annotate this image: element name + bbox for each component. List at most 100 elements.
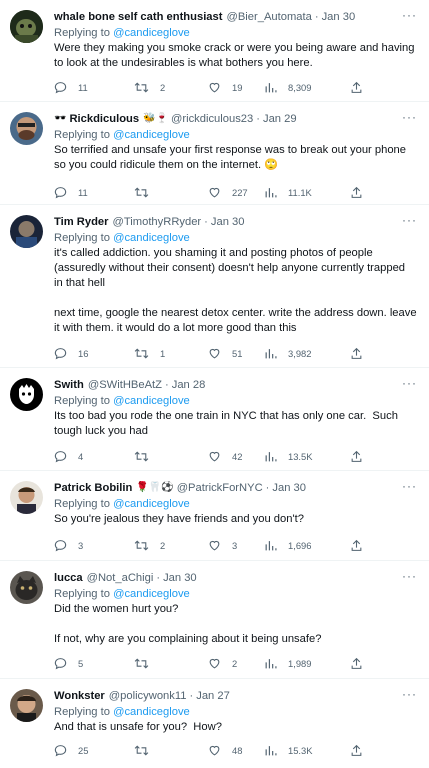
user-handle[interactable]: @PatrickForNYC [177, 482, 263, 494]
user-handle[interactable]: @Bier_Automata [226, 11, 311, 23]
mention-link[interactable]: @candiceglove [113, 395, 190, 407]
views-button[interactable]: 8,309 [264, 80, 311, 94]
like-button[interactable]: 2 [208, 656, 237, 670]
user-handle[interactable]: @Not_aChigi [87, 572, 154, 584]
display-name[interactable]: Wonkster [54, 690, 105, 702]
like-count: 51 [232, 347, 243, 359]
views-button[interactable]: 11.1K [264, 185, 312, 199]
share-button[interactable] [350, 656, 374, 670]
reply-button[interactable]: 16 [54, 346, 88, 360]
views-button[interactable]: 3,982 [264, 346, 311, 360]
more-dots-icon[interactable]: ··· [402, 8, 417, 22]
share-upload-icon [351, 186, 362, 198]
more-dots-icon[interactable]: ··· [402, 110, 417, 124]
views-button[interactable]: 13.5K [264, 449, 313, 463]
reply-button[interactable]: 11 [54, 80, 88, 94]
retweet-button[interactable]: 2 [134, 80, 165, 94]
speech-bubble-icon [54, 186, 67, 198]
tweet[interactable]: Patrick Bobilin 🌹🦷⚽ @PatrickForNYC · Jan… [0, 471, 429, 561]
timestamp[interactable]: Jan 30 [322, 11, 356, 23]
display-name[interactable]: Rickdiculous [69, 113, 139, 125]
replying-prefix: Replying to [54, 588, 114, 600]
share-button[interactable] [350, 185, 374, 199]
bar-chart-icon [265, 540, 277, 550]
tweet[interactable]: Tim Ryder @TimothyRRyder · Jan 30 Replyi… [0, 205, 429, 368]
mention-link[interactable]: @candiceglove [113, 232, 190, 244]
like-button[interactable]: 19 [208, 80, 242, 94]
views-button[interactable]: 1,696 [264, 538, 311, 552]
display-name[interactable]: Tim Ryder [54, 216, 109, 228]
display-name[interactable]: Patrick Bobilin [54, 482, 132, 494]
like-button[interactable]: 48 [208, 743, 242, 757]
timestamp[interactable]: Jan 30 [211, 216, 245, 228]
user-handle[interactable]: @policywonk11 [109, 690, 187, 702]
avatar[interactable] [10, 378, 43, 411]
share-button[interactable] [350, 538, 374, 552]
retweet-button[interactable]: 1 [134, 346, 165, 360]
mention-link[interactable]: @candiceglove [113, 588, 190, 600]
more-dots-icon[interactable]: ··· [402, 687, 417, 701]
reply-button[interactable]: 11 [54, 185, 88, 199]
timestamp[interactable]: Jan 27 [196, 690, 230, 702]
more-dots-icon[interactable]: ··· [402, 479, 417, 493]
reply-count: 5 [78, 657, 84, 669]
reply-button[interactable]: 5 [54, 656, 83, 670]
retweet-count: 2 [160, 539, 166, 551]
avatar[interactable] [10, 10, 43, 43]
mention-link[interactable]: @candiceglove [113, 27, 190, 39]
display-name[interactable]: lucca [54, 572, 83, 584]
view-count: 15.3K [288, 744, 313, 756]
tweet[interactable]: Swith @SWitHBeAtZ · Jan 28 Replying to @… [0, 368, 429, 471]
like-button[interactable]: 51 [208, 346, 242, 360]
mention-link[interactable]: @candiceglove [113, 498, 190, 510]
timestamp[interactable]: Jan 30 [272, 482, 306, 494]
display-name[interactable]: whale bone self cath enthusiast [54, 11, 222, 23]
like-button[interactable]: 3 [208, 538, 237, 552]
display-name[interactable]: Swith [54, 379, 84, 391]
reply-button[interactable]: 25 [54, 743, 88, 757]
separator-dot: · [189, 689, 194, 702]
tweet[interactable]: lucca @Not_aChigi · Jan 30 Replying to @… [0, 561, 429, 679]
more-dots-icon[interactable]: ··· [402, 213, 417, 227]
avatar[interactable] [10, 215, 43, 248]
avatar[interactable] [10, 689, 43, 722]
tweet[interactable]: whale bone self cath enthusiast @Bier_Au… [0, 0, 429, 102]
reply-button[interactable]: 4 [54, 449, 83, 463]
views-button[interactable]: 1,989 [264, 656, 311, 670]
avatar[interactable] [10, 112, 43, 145]
user-handle[interactable]: @SWitHBeAtZ [88, 379, 162, 391]
user-handle[interactable]: @rickdiculous23 [171, 113, 253, 125]
tweet[interactable]: Wonkster @policywonk11 · Jan 27 Replying… [0, 679, 429, 768]
like-button[interactable]: 227 [208, 185, 248, 199]
retweet-button[interactable] [134, 449, 160, 463]
more-dots-icon[interactable]: ··· [402, 376, 417, 390]
timestamp[interactable]: Jan 28 [172, 379, 206, 391]
like-button[interactable]: 42 [208, 449, 242, 463]
retweet-button[interactable]: 2 [134, 538, 165, 552]
speech-bubble-icon [54, 347, 67, 359]
avatar[interactable] [10, 481, 43, 514]
share-button[interactable] [350, 743, 374, 757]
share-button[interactable] [350, 449, 374, 463]
reply-button[interactable]: 3 [54, 538, 83, 552]
share-button[interactable] [350, 80, 374, 94]
share-upload-icon [351, 450, 362, 462]
mention-link[interactable]: @candiceglove [113, 129, 190, 141]
mention-link[interactable]: @candiceglove [113, 706, 190, 718]
replying-to: Replying to @candiceglove [54, 704, 420, 720]
separator-dot: · [164, 378, 169, 391]
avatar[interactable] [10, 571, 43, 604]
tweet[interactable]: 🕶️ Rickdiculous 🐝🍷 @rickdiculous23 · Jan… [0, 102, 429, 205]
heart-icon [209, 658, 220, 668]
replying-to: Replying to @candiceglove [54, 393, 420, 409]
timestamp[interactable]: Jan 29 [263, 113, 297, 125]
share-button[interactable] [350, 346, 374, 360]
view-count: 1,696 [288, 539, 312, 551]
retweet-button[interactable] [134, 185, 160, 199]
user-handle[interactable]: @TimothyRRyder [113, 216, 202, 228]
retweet-button[interactable] [134, 656, 160, 670]
views-button[interactable]: 15.3K [264, 743, 313, 757]
timestamp[interactable]: Jan 30 [163, 572, 197, 584]
more-dots-icon[interactable]: ··· [402, 569, 417, 583]
retweet-button[interactable] [134, 743, 160, 757]
